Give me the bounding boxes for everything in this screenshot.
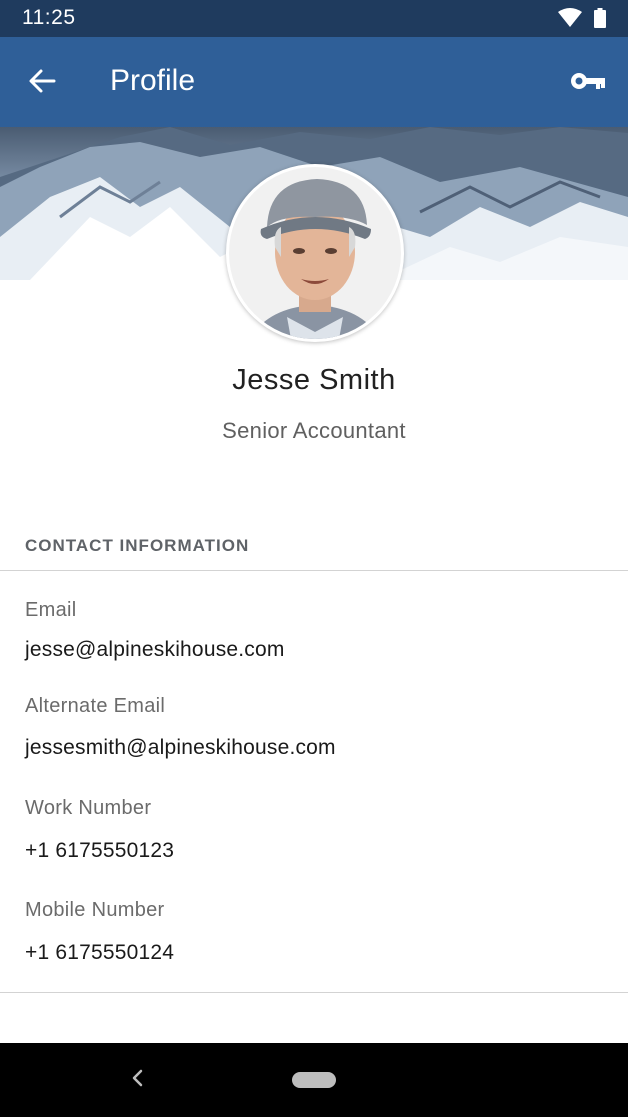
alternate-email-label: Alternate Email: [25, 695, 166, 717]
status-icons: [558, 8, 606, 33]
mobile-number-label: Mobile Number: [25, 899, 165, 921]
email-value[interactable]: jesse@alpineskihouse.com: [25, 638, 285, 662]
work-number-label: Work Number: [25, 797, 152, 819]
profile-name: Jesse Smith: [232, 364, 396, 396]
section-header-contact: CONTACT INFORMATION: [25, 536, 250, 555]
nav-back-icon: [130, 1069, 144, 1092]
alternate-email-value[interactable]: jessesmith@alpineskihouse.com: [25, 736, 336, 760]
system-nav-bar: [0, 1043, 628, 1117]
divider: [0, 992, 628, 993]
avatar: [226, 164, 404, 342]
key-icon: [570, 71, 606, 96]
divider: [0, 570, 628, 571]
work-number-value[interactable]: +1 6175550123: [25, 839, 174, 863]
battery-icon: [594, 8, 606, 33]
email-label: Email: [25, 599, 77, 621]
page-title: Profile: [110, 64, 196, 97]
mobile-number-value[interactable]: +1 6175550124: [25, 941, 174, 965]
profile-job-title: Senior Accountant: [222, 418, 406, 443]
key-button[interactable]: [566, 63, 610, 103]
status-time: 11:25: [22, 6, 76, 29]
back-arrow-icon: [28, 67, 56, 100]
status-bar: 11:25: [0, 0, 628, 37]
wifi-icon: [558, 8, 582, 33]
back-button[interactable]: [22, 63, 62, 103]
app-bar: Profile: [0, 37, 628, 127]
home-pill-icon[interactable]: [292, 1072, 336, 1088]
nav-back-button[interactable]: [122, 1065, 152, 1095]
